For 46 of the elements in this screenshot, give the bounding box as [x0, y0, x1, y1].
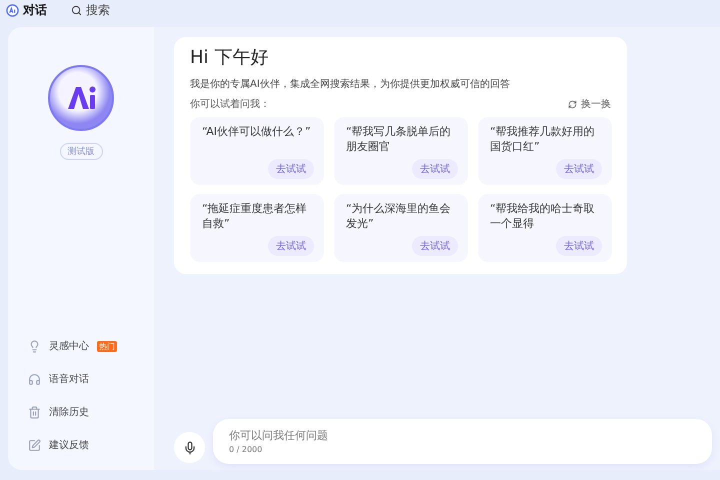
lightbulb-icon — [28, 340, 41, 352]
try-button[interactable]: 去试试 — [556, 236, 602, 256]
sidebar-item[interactable]: 清除历史 — [28, 403, 154, 421]
search-icon — [71, 4, 82, 16]
chat-logo-icon — [6, 4, 19, 16]
refresh-icon — [568, 100, 577, 108]
sidebar-item-label: 灵感中心 — [49, 340, 89, 353]
try-button[interactable]: 去试试 — [412, 236, 458, 256]
refresh-button[interactable]: 换一换 — [568, 97, 611, 111]
prompt-label: 你可以试着问我： — [190, 98, 270, 111]
microphone-button[interactable] — [174, 432, 205, 463]
suggestion-text: “帮我推荐几款好用的国货口红” — [490, 124, 596, 154]
ai-logo-icon — [48, 65, 114, 131]
trash-icon — [28, 406, 41, 418]
suggestion-card[interactable]: “帮我写几条脱单后的朋友圈官 去试试 — [334, 117, 468, 185]
suggestion-card[interactable]: “帮我推荐几款好用的国货口红” 去试试 — [478, 117, 612, 185]
suggestion-text: “为什么深海里的鱼会发光” — [346, 201, 452, 231]
suggestion-text: “拖延症重度患者怎样自救” — [202, 201, 308, 231]
intro-text: 我是你的专属AI伙伴，集成全网搜索结果，为你提供更加权威可信的回答 — [190, 78, 511, 91]
sidebar-item[interactable]: 灵感中心 热门 — [28, 337, 154, 355]
sidebar-item-label: 清除历史 — [49, 406, 89, 419]
suggestion-card[interactable]: “拖延症重度患者怎样自救” 去试试 — [190, 194, 324, 262]
suggestion-card[interactable]: “帮我给我的哈士奇取一个显得 去试试 — [478, 194, 612, 262]
top-tab[interactable]: 搜索 — [71, 2, 110, 18]
character-counter: 0 / 2000 — [229, 445, 264, 454]
headphones-icon — [28, 372, 41, 386]
try-button[interactable]: 去试试 — [412, 159, 458, 179]
sidebar-item[interactable]: 建议反馈 — [28, 436, 154, 454]
beta-badge: 测试版 — [60, 143, 102, 160]
suggestion-text: “帮我给我的哈士奇取一个显得 — [490, 201, 596, 231]
suggestion-card[interactable]: “AI伙伴可以做什么？” 去试试 — [190, 117, 324, 185]
greeting-title: Hi 下午好 — [190, 46, 270, 69]
microphone-icon — [182, 440, 196, 454]
try-button[interactable]: 去试试 — [556, 159, 602, 179]
try-button[interactable]: 去试试 — [268, 159, 314, 179]
top-tab[interactable]: 对话 — [6, 2, 47, 18]
suggestion-text: “AI伙伴可以做什么？” — [202, 124, 312, 139]
edit-icon — [28, 438, 41, 452]
try-button[interactable]: 去试试 — [268, 236, 314, 256]
sidebar-item-label: 建议反馈 — [49, 438, 89, 452]
hot-tag: 热门 — [97, 340, 117, 352]
suggestion-text: “帮我写几条脱单后的朋友圈官 — [346, 124, 452, 154]
input-box[interactable]: 你可以问我任何问题 0 / 2000 — [213, 419, 712, 464]
sidebar-item[interactable]: 语音对话 — [28, 370, 154, 388]
sidebar-item-label: 语音对话 — [49, 372, 89, 386]
suggestion-card[interactable]: “为什么深海里的鱼会发光” 去试试 — [334, 194, 468, 262]
